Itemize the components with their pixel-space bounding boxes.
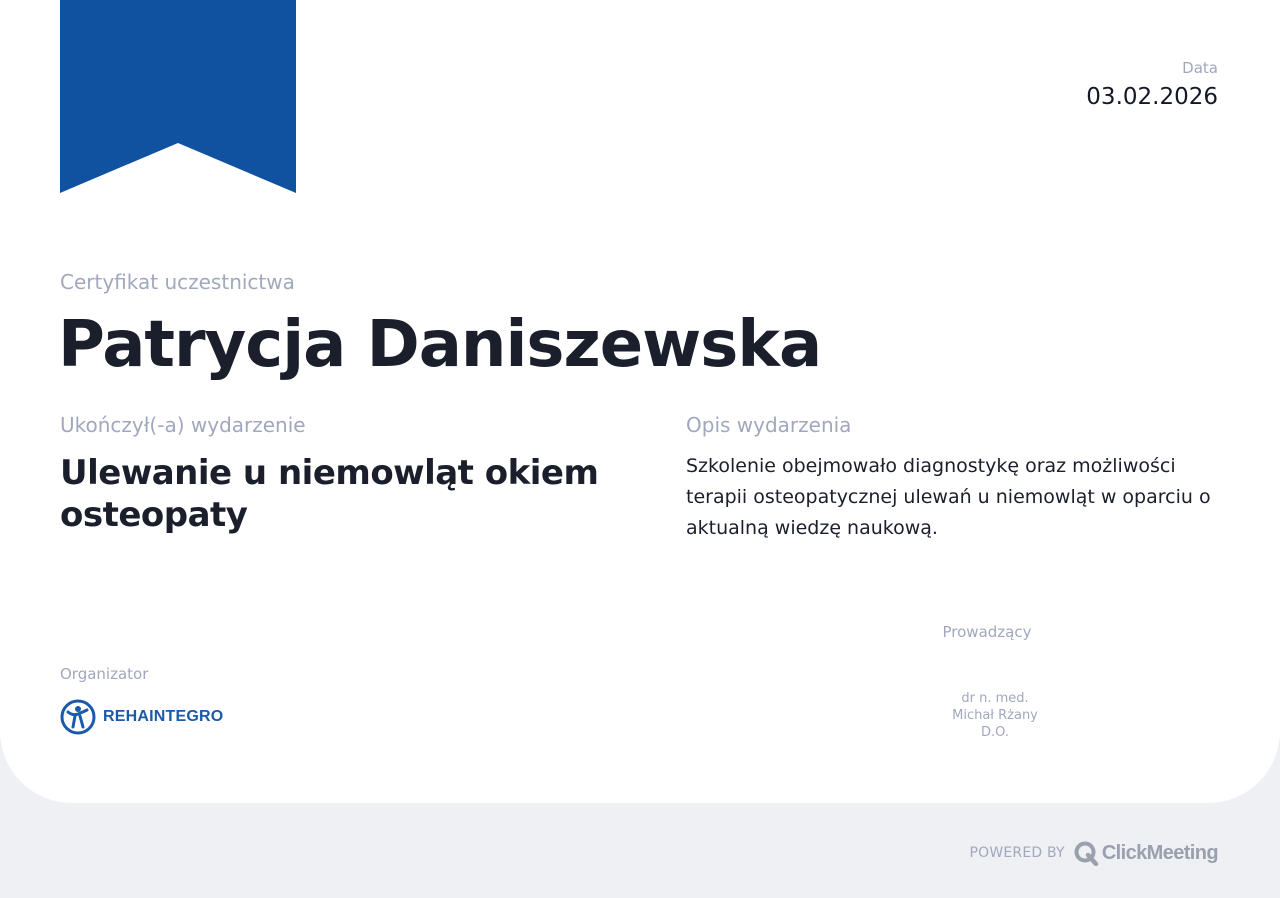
date-label: Data <box>1182 59 1218 77</box>
ribbon-bookmark-icon <box>60 0 296 193</box>
organizer-logo-text: REHAINTEGRO <box>103 708 224 725</box>
organizer-logo: REHAINTEGRO <box>60 699 223 735</box>
completed-event-label: Ukończył(-a) wydarzenie <box>60 413 306 437</box>
event-title: Ulewanie u niemowląt okiem osteopaty <box>60 453 599 535</box>
clickmeeting-q-icon <box>1074 841 1099 866</box>
event-description-label: Opis wydarzenia <box>686 413 852 437</box>
host-name-line: D.O. <box>981 725 1009 740</box>
host-name-line: dr n. med. <box>961 691 1029 706</box>
host-label: Prowadzący <box>942 623 1032 641</box>
certificate-card: Data 03.02.2026 Certyfikat uczestnictwa … <box>0 0 1280 803</box>
organizer-label: Organizator <box>60 665 149 683</box>
person-circle-icon <box>60 699 96 735</box>
clickmeeting-brand-name: ClickMeeting <box>1101 841 1219 864</box>
date-block: Data 03.02.2026 <box>1086 58 1218 114</box>
powered-by: POWERED BY ClickMeeting <box>969 839 1219 867</box>
certificate-page: Data 03.02.2026 Certyfikat uczestnictwa … <box>0 0 1280 898</box>
certificate-type-label: Certyfikat uczestnictwa <box>60 270 295 294</box>
event-description-text: Szkolenie obejmowało diagnostykę oraz mo… <box>686 455 1211 539</box>
host-name-line: Michał Rżany <box>952 708 1038 723</box>
participant-name: Patrycja Daniszewska <box>58 308 822 382</box>
powered-by-label: POWERED BY <box>969 845 1065 861</box>
host-name: dr n. med. Michał Rżany D.O. <box>915 690 1075 741</box>
date-value: 03.02.2026 <box>1086 84 1218 110</box>
